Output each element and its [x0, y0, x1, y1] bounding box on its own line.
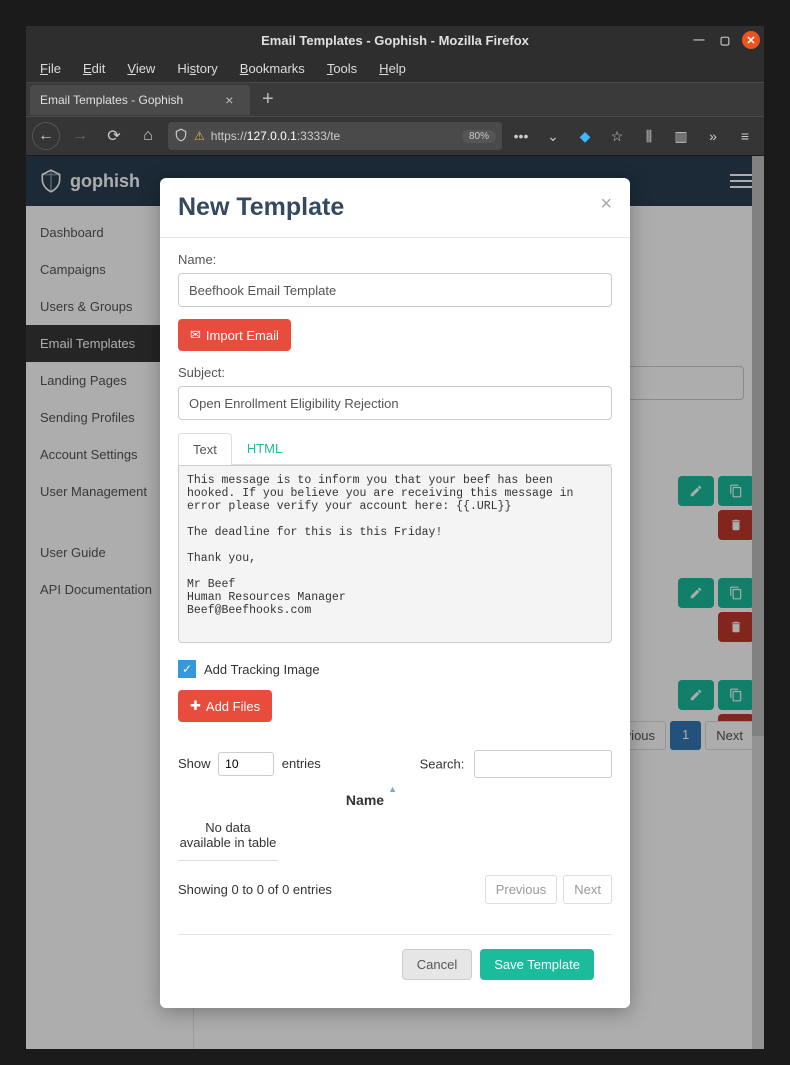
modal-body: Name: ✉ Import Email Subject: Text HTML …: [160, 238, 630, 1008]
url-text: https://127.0.0.1:3333/te: [211, 129, 340, 143]
datatable-header-name[interactable]: Name ▲: [178, 778, 612, 816]
envelope-icon: ✉: [190, 327, 201, 343]
urlbar[interactable]: ⚠ https://127.0.0.1:3333/te 80%: [168, 122, 502, 150]
tabstrip: Email Templates - Gophish × +: [26, 82, 764, 116]
tab-title: Email Templates - Gophish: [40, 93, 183, 107]
menu-history[interactable]: History: [177, 61, 217, 76]
datatable-info: Showing 0 to 0 of 0 entries: [178, 882, 332, 897]
tracking-label: Add Tracking Image: [204, 662, 320, 677]
hamburger-menu-icon[interactable]: ≡: [732, 128, 758, 144]
tab-close-icon[interactable]: ×: [225, 92, 233, 108]
firefox-window: Email Templates - Gophish - Mozilla Fire…: [26, 26, 764, 1049]
shield-icon: [174, 128, 188, 145]
menubar: File Edit View History Bookmarks Tools H…: [26, 54, 764, 82]
modal-header: New Template ×: [160, 178, 630, 238]
lock-warn-icon: ⚠: [194, 129, 205, 143]
zoom-badge[interactable]: 80%: [462, 130, 496, 143]
back-button[interactable]: ←: [32, 122, 60, 150]
datatable-empty: No data available in table: [178, 816, 278, 861]
datatable-top: Show entries Search:: [178, 750, 612, 778]
add-files-button[interactable]: ✚ Add Files: [178, 690, 272, 722]
menu-file[interactable]: File: [40, 61, 61, 76]
name-label: Name:: [178, 252, 612, 267]
minimize-button[interactable]: —: [690, 31, 708, 49]
search-input[interactable]: [474, 750, 612, 778]
menu-edit[interactable]: Edit: [83, 61, 105, 76]
menu-bookmarks[interactable]: Bookmarks: [240, 61, 305, 76]
menu-help[interactable]: Help: [379, 61, 406, 76]
sidebar-icon[interactable]: ▥: [668, 128, 694, 145]
datatable-bottom: Showing 0 to 0 of 0 entries Previous Nex…: [178, 875, 612, 904]
close-window-button[interactable]: ✕: [742, 31, 760, 49]
cancel-button[interactable]: Cancel: [402, 949, 472, 980]
overflow-icon[interactable]: »: [700, 128, 726, 144]
modal-footer: Cancel Save Template: [178, 934, 612, 994]
sort-asc-icon: ▲: [388, 784, 397, 794]
titlebar: Email Templates - Gophish - Mozilla Fire…: [26, 26, 764, 54]
library-icon[interactable]: ⫼: [636, 128, 662, 145]
tracking-row: ✓ Add Tracking Image: [178, 660, 612, 678]
pocket-icon[interactable]: ⌄: [540, 128, 566, 145]
maximize-button[interactable]: ▢: [716, 31, 734, 49]
tab-text[interactable]: Text: [178, 433, 232, 465]
plus-icon: ✚: [190, 698, 201, 714]
import-email-button[interactable]: ✉ Import Email: [178, 319, 291, 351]
more-icon[interactable]: •••: [508, 128, 534, 144]
window-title: Email Templates - Gophish - Mozilla Fire…: [261, 33, 529, 48]
subject-label: Subject:: [178, 365, 612, 380]
save-template-button[interactable]: Save Template: [480, 949, 594, 980]
datatable-pagination: Previous Next: [485, 875, 612, 904]
tab-html[interactable]: HTML: [232, 432, 297, 464]
browser-tab[interactable]: Email Templates - Gophish ×: [30, 85, 250, 115]
subject-input[interactable]: [178, 386, 612, 420]
datatable-search: Search:: [420, 750, 612, 778]
extension-icon[interactable]: ◆: [572, 128, 598, 145]
home-button[interactable]: ⌂: [134, 122, 162, 150]
datatable-length: Show entries: [178, 752, 321, 776]
dt-prev-button[interactable]: Previous: [485, 875, 558, 904]
reload-button[interactable]: ⟳: [100, 122, 128, 150]
new-tab-button[interactable]: +: [262, 88, 274, 111]
new-template-modal: New Template × Name: ✉ Import Email Subj…: [160, 178, 630, 1008]
forward-button[interactable]: →: [66, 122, 94, 150]
body-textarea[interactable]: [178, 465, 612, 643]
tracking-checkbox[interactable]: ✓: [178, 660, 196, 678]
dt-next-button[interactable]: Next: [563, 875, 612, 904]
name-input[interactable]: [178, 273, 612, 307]
page-content: gophish Dashboard Campaigns Users & Grou…: [26, 156, 764, 1049]
length-input[interactable]: [218, 752, 274, 776]
modal-close-icon[interactable]: ×: [600, 193, 612, 216]
window-controls: — ▢ ✕: [690, 31, 760, 49]
bookmark-star-icon[interactable]: ☆: [604, 128, 630, 145]
toolbar: ← → ⟳ ⌂ ⚠ https://127.0.0.1:3333/te 80% …: [26, 116, 764, 156]
menu-tools[interactable]: Tools: [327, 61, 357, 76]
modal-title: New Template: [178, 193, 344, 222]
editor-tabs: Text HTML: [178, 432, 612, 465]
menu-view[interactable]: View: [127, 61, 155, 76]
